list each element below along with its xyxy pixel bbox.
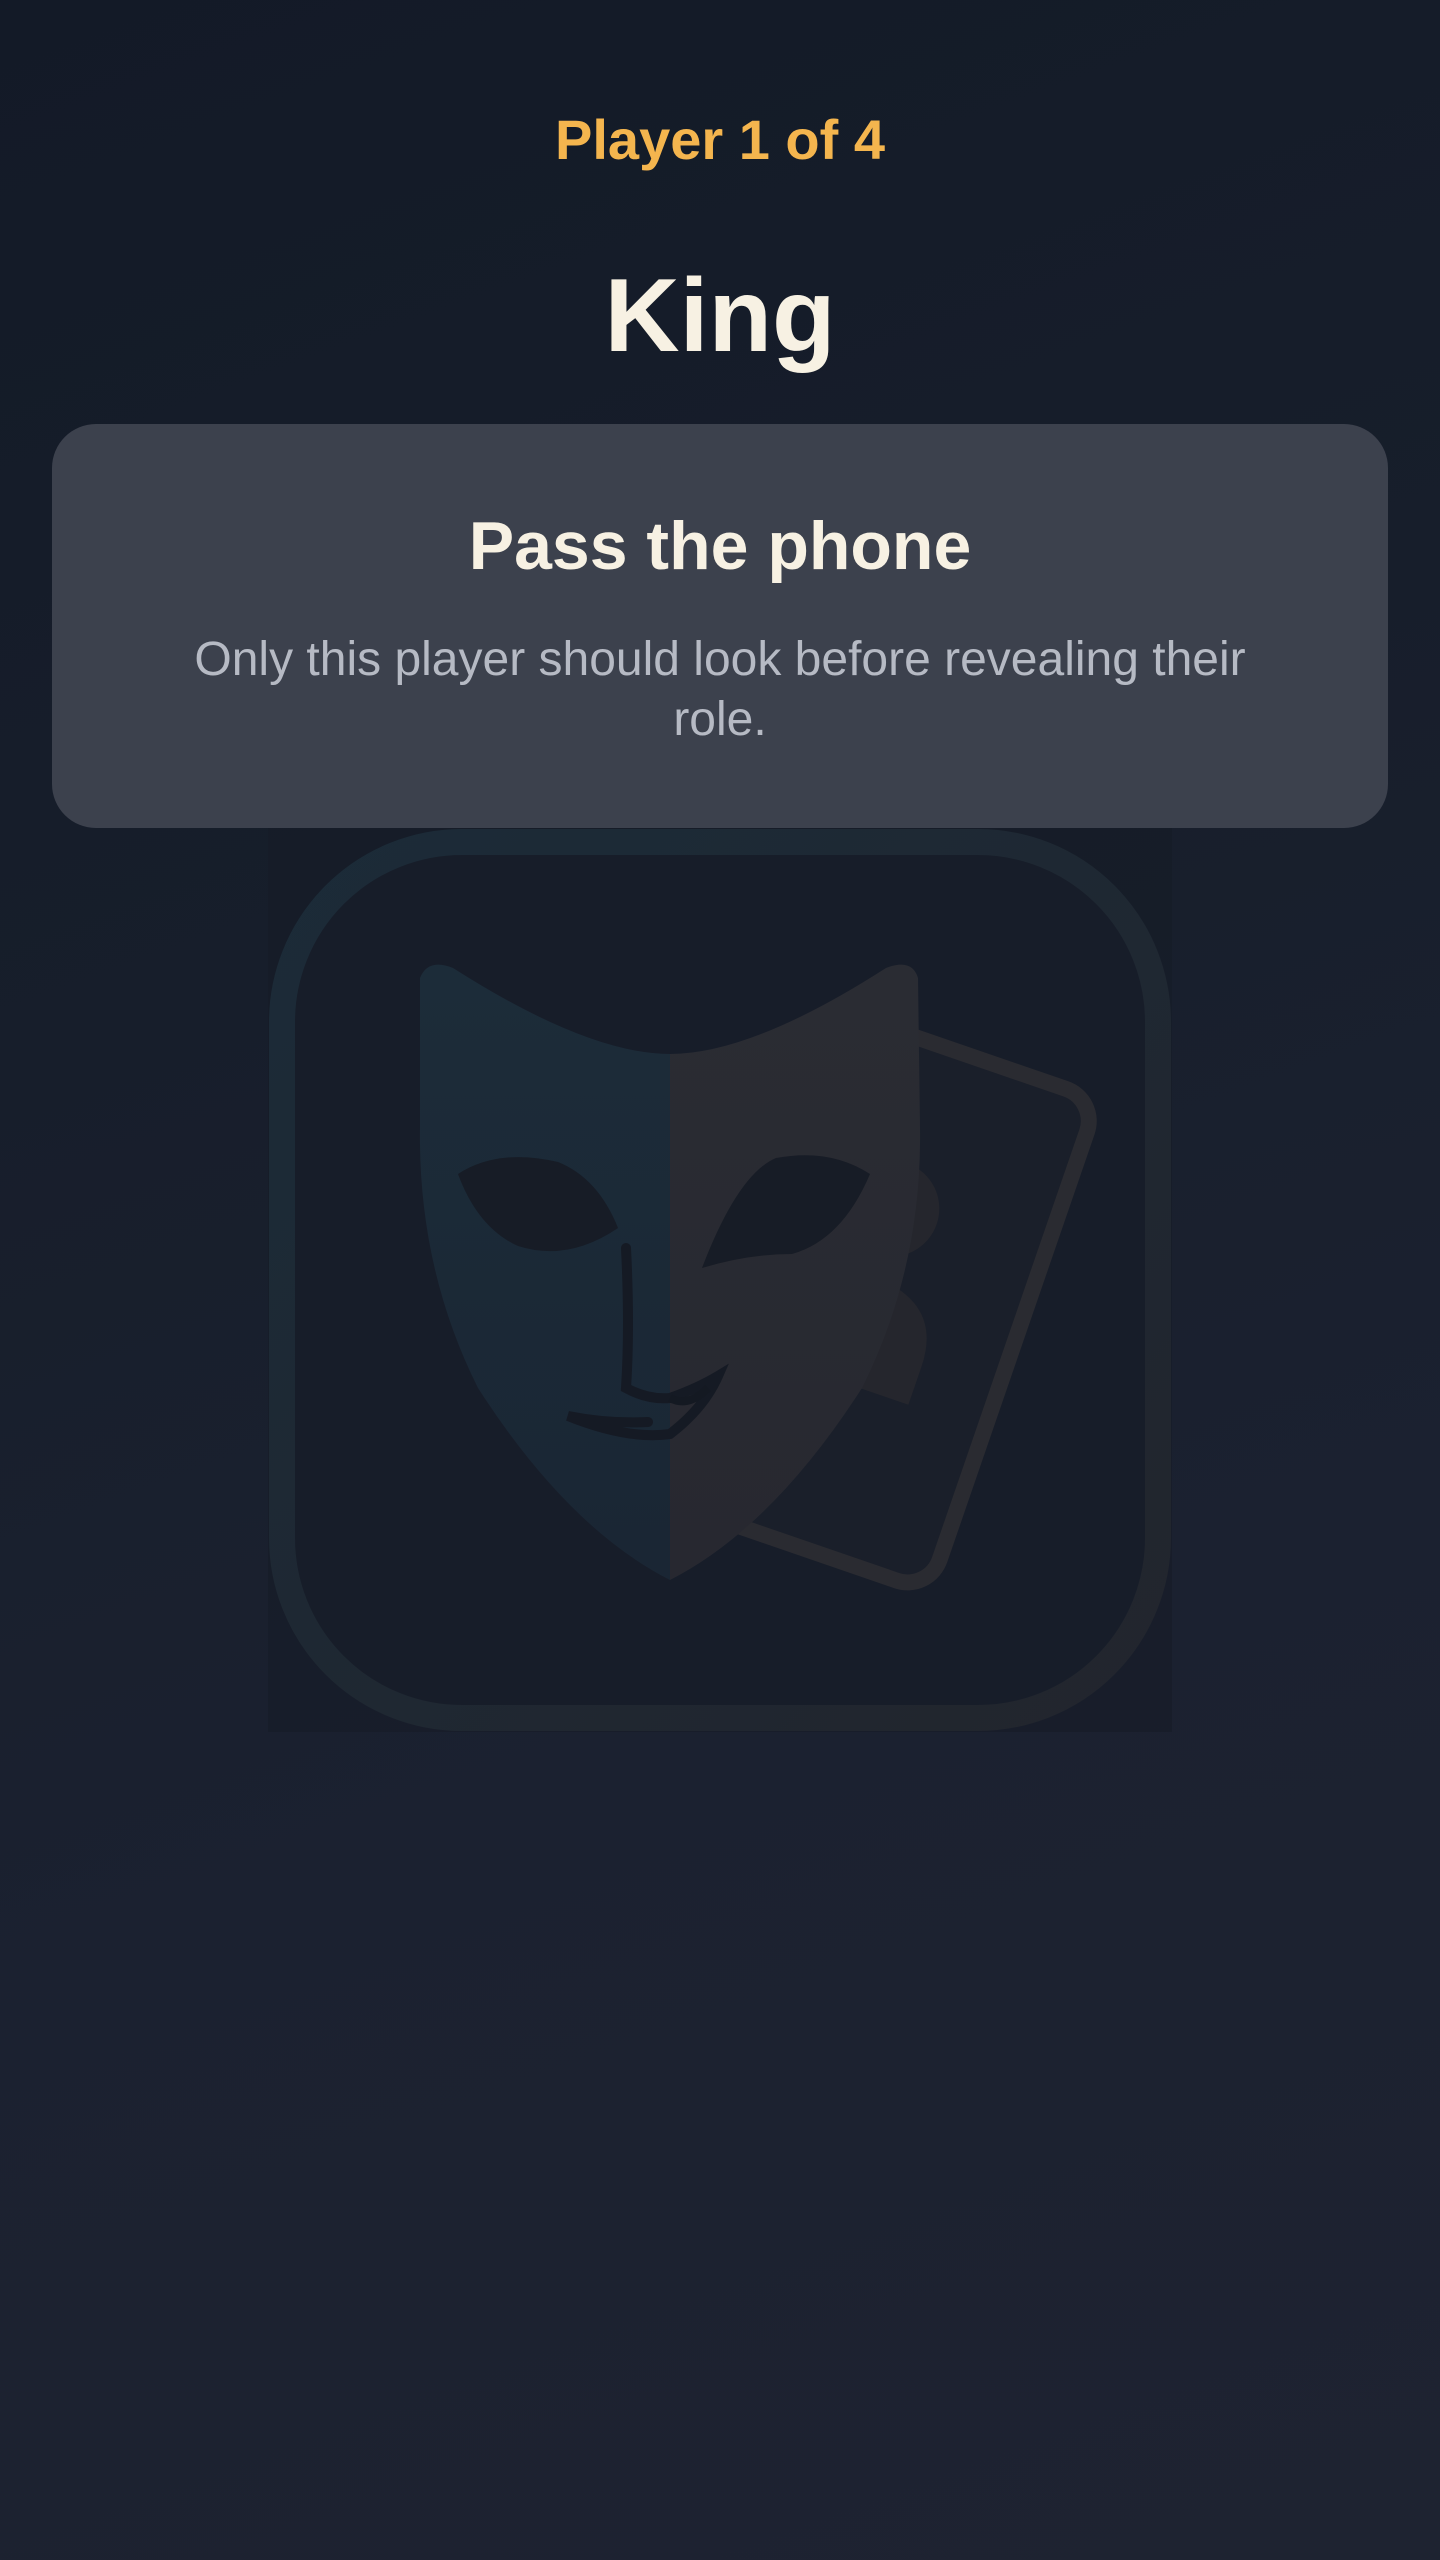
- role-title: King: [604, 258, 836, 374]
- player-counter: Player 1 of 4: [555, 108, 885, 171]
- pass-phone-title: Pass the phone: [468, 508, 972, 584]
- pass-phone-card: Pass the phone Only this player should l…: [52, 424, 1388, 828]
- theater-mask-card-icon: [268, 828, 1172, 1732]
- pass-phone-description: Only this player should look before reve…: [194, 633, 1246, 746]
